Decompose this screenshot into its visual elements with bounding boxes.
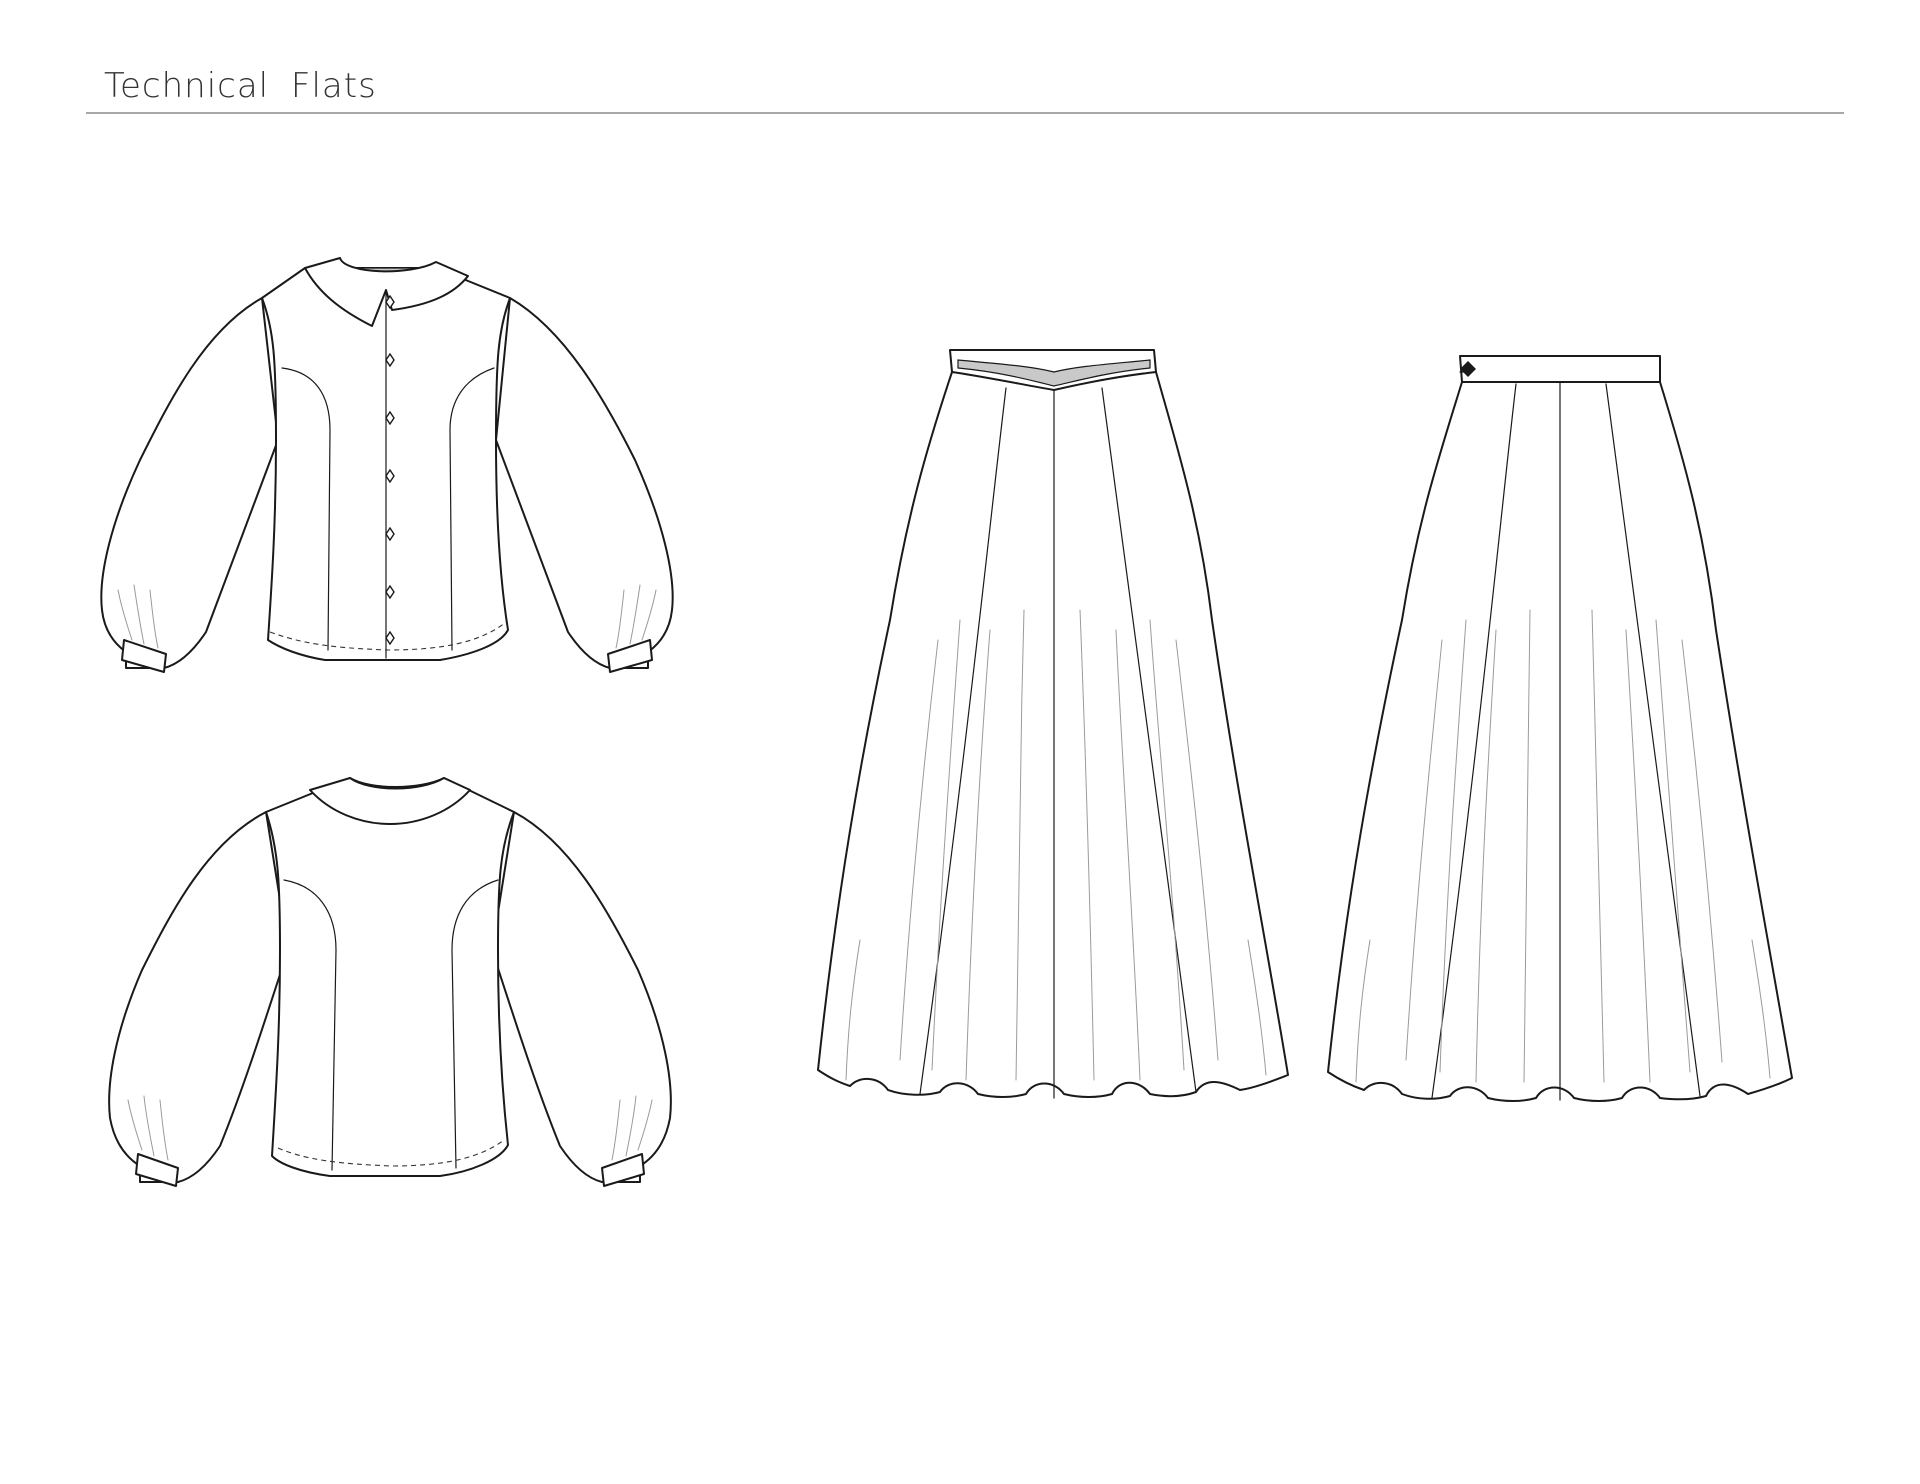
skirt-back-waistband (1459, 355, 1661, 383)
skirt-back-flat (1327, 355, 1793, 1102)
